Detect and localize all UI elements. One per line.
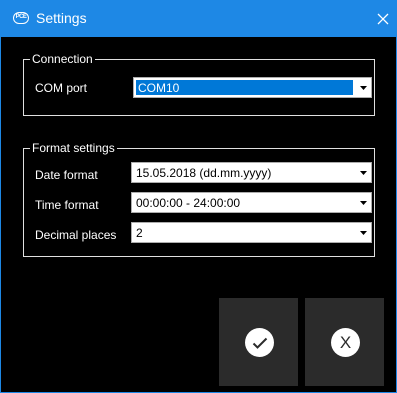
dropdown-arrow-icon [355,223,371,242]
date-format-select[interactable]: 15.05.2018 (dd.mm.yyyy) [131,162,372,183]
dropdown-arrow-icon [355,78,371,97]
com-port-label: COM port [35,81,88,95]
cancel-button[interactable]: X [305,298,384,386]
x-icon: X [331,328,360,357]
connection-legend: Connection [32,52,93,66]
ok-button[interactable] [219,298,298,386]
decimal-places-select[interactable]: 2 [131,222,372,243]
time-format-select[interactable]: 00:00:00 - 24:00:00 [131,192,372,213]
com-port-value: COM10 [138,81,180,95]
close-button[interactable] [368,0,397,37]
decimal-places-label: Decimal places [35,228,117,242]
format-settings-legend: Format settings [32,141,115,155]
dropdown-arrow-icon [355,193,371,212]
date-format-value: 15.05.2018 (dd.mm.yyyy) [136,166,272,180]
window-title: Settings [36,10,87,26]
com-port-select[interactable]: COM10 [133,77,372,98]
dropdown-arrow-icon [355,163,371,182]
pce-logo-icon: PCE [13,12,29,24]
date-format-label: Date format [35,168,98,182]
close-icon [377,13,389,24]
cancel-glyph: X [339,333,352,352]
checkmark-icon [245,328,274,357]
time-format-label: Time format [35,198,99,212]
decimal-places-value: 2 [136,226,143,240]
title-bar: PCE Settings [1,0,397,37]
settings-window: PCE Settings Connection COM port COM10 F… [0,0,397,393]
time-format-value: 00:00:00 - 24:00:00 [136,196,241,210]
